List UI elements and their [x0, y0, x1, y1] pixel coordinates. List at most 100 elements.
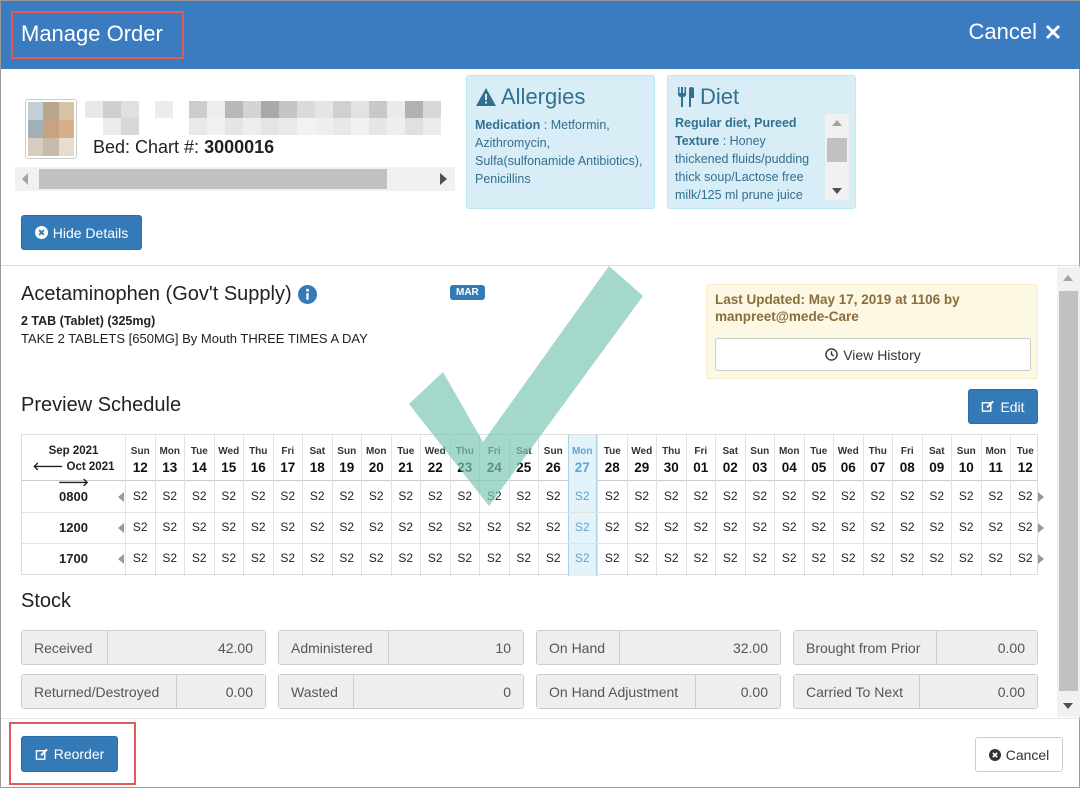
- schedule-cell[interactable]: S2: [746, 520, 775, 534]
- info-icon[interactable]: [297, 285, 317, 304]
- scroll-left-icon[interactable]: [118, 554, 124, 564]
- reorder-button[interactable]: Reorder: [21, 736, 118, 772]
- header-cancel-button[interactable]: Cancel: [969, 19, 1063, 45]
- scroll-right-icon[interactable]: [1038, 492, 1044, 502]
- schedule-cell[interactable]: S2: [362, 520, 391, 534]
- schedule-cell[interactable]: S2: [805, 520, 834, 534]
- content-vertical-scrollbar[interactable]: [1057, 267, 1080, 717]
- schedule-cell[interactable]: S2: [805, 489, 834, 503]
- schedule-cell[interactable]: S2: [775, 520, 804, 534]
- schedule-cell[interactable]: S2: [628, 489, 657, 503]
- scroll-left-icon[interactable]: [118, 523, 124, 533]
- schedule-cell[interactable]: S2: [716, 520, 745, 534]
- schedule-cell[interactable]: S2: [274, 551, 303, 565]
- schedule-cell[interactable]: S2: [510, 551, 539, 565]
- schedule-cell[interactable]: S2: [687, 551, 716, 565]
- schedule-cell[interactable]: S2: [657, 489, 686, 503]
- schedule-cell[interactable]: S2: [185, 489, 214, 503]
- schedule-cell[interactable]: S2: [893, 551, 922, 565]
- schedule-cell[interactable]: S2: [244, 489, 273, 503]
- schedule-cell[interactable]: S2: [333, 489, 362, 503]
- scroll-right-icon[interactable]: [1038, 554, 1044, 564]
- schedule-cell[interactable]: S2: [126, 520, 155, 534]
- schedule-cell[interactable]: S2: [480, 551, 509, 565]
- schedule-cell[interactable]: S2: [451, 551, 480, 565]
- hide-details-button[interactable]: Hide Details: [21, 215, 142, 250]
- schedule-cell[interactable]: S2: [480, 520, 509, 534]
- schedule-cell[interactable]: S2: [510, 489, 539, 503]
- schedule-cell[interactable]: S2: [864, 489, 893, 503]
- scroll-up-icon[interactable]: [832, 120, 842, 126]
- schedule-cell[interactable]: S2: [598, 551, 627, 565]
- schedule-cell[interactable]: S2: [392, 489, 421, 503]
- schedule-cell[interactable]: S2: [952, 520, 981, 534]
- schedule-cell[interactable]: S2: [864, 520, 893, 534]
- month-nav[interactable]: 🡐 Oct 2021 🡒: [22, 459, 125, 491]
- schedule-cell[interactable]: S2: [333, 551, 362, 565]
- arrow-left-icon[interactable]: 🡐: [33, 461, 64, 473]
- scroll-up-icon[interactable]: [1063, 275, 1073, 281]
- schedule-cell[interactable]: S2: [126, 551, 155, 565]
- schedule-cell[interactable]: S2: [834, 520, 863, 534]
- schedule-cell[interactable]: S2: [156, 551, 185, 565]
- schedule-cell[interactable]: S2: [480, 489, 509, 503]
- schedule-cell[interactable]: S2: [923, 489, 952, 503]
- schedule-cell[interactable]: S2: [303, 520, 332, 534]
- schedule-cell[interactable]: S2: [598, 520, 627, 534]
- schedule-cell[interactable]: S2: [952, 489, 981, 503]
- schedule-cell[interactable]: S2: [451, 520, 480, 534]
- scroll-down-icon[interactable]: [1063, 703, 1073, 709]
- schedule-cell[interactable]: S2: [244, 551, 273, 565]
- schedule-cell[interactable]: S2: [657, 520, 686, 534]
- schedule-cell[interactable]: S2: [333, 520, 362, 534]
- schedule-cell[interactable]: S2: [185, 520, 214, 534]
- schedule-cell[interactable]: S2: [746, 551, 775, 565]
- schedule-cell[interactable]: S2: [510, 520, 539, 534]
- schedule-cell[interactable]: S2: [982, 489, 1011, 503]
- schedule-cell[interactable]: S2: [1011, 520, 1040, 534]
- schedule-cell[interactable]: S2: [362, 551, 391, 565]
- schedule-cell[interactable]: S2: [775, 489, 804, 503]
- schedule-cell[interactable]: S2: [392, 520, 421, 534]
- schedule-cell[interactable]: S2: [834, 489, 863, 503]
- diet-scrollbar[interactable]: [825, 114, 849, 200]
- scroll-right-icon[interactable]: [440, 173, 447, 185]
- schedule-cell[interactable]: S2: [598, 489, 627, 503]
- schedule-cell[interactable]: S2: [982, 551, 1011, 565]
- schedule-cell[interactable]: S2: [215, 520, 244, 534]
- schedule-cell[interactable]: S2: [569, 551, 597, 565]
- schedule-cell[interactable]: S2: [274, 520, 303, 534]
- schedule-cell[interactable]: S2: [421, 551, 450, 565]
- schedule-cell[interactable]: S2: [185, 551, 214, 565]
- schedule-cell[interactable]: S2: [539, 520, 568, 534]
- schedule-cell[interactable]: S2: [1011, 489, 1040, 503]
- schedule-cell[interactable]: S2: [893, 489, 922, 503]
- scroll-down-icon[interactable]: [832, 188, 842, 194]
- scroll-thumb[interactable]: [39, 169, 387, 189]
- schedule-cell[interactable]: S2: [421, 489, 450, 503]
- schedule-cell[interactable]: S2: [274, 489, 303, 503]
- view-history-button[interactable]: View History: [715, 338, 1031, 371]
- schedule-cell[interactable]: S2: [657, 551, 686, 565]
- schedule-cell[interactable]: S2: [215, 489, 244, 503]
- schedule-cell[interactable]: S2: [687, 489, 716, 503]
- schedule-cell[interactable]: S2: [421, 520, 450, 534]
- scroll-right-icon[interactable]: [1038, 523, 1044, 533]
- schedule-cell[interactable]: S2: [539, 551, 568, 565]
- schedule-cell[interactable]: S2: [893, 520, 922, 534]
- schedule-cell[interactable]: S2: [982, 520, 1011, 534]
- schedule-cell[interactable]: S2: [687, 520, 716, 534]
- schedule-cell[interactable]: S2: [805, 551, 834, 565]
- schedule-cell[interactable]: S2: [746, 489, 775, 503]
- schedule-cell[interactable]: S2: [716, 551, 745, 565]
- schedule-cell[interactable]: S2: [628, 551, 657, 565]
- schedule-cell[interactable]: S2: [215, 551, 244, 565]
- footer-cancel-button[interactable]: Cancel: [975, 737, 1063, 772]
- arrow-right-icon[interactable]: 🡒: [58, 477, 89, 489]
- schedule-cell[interactable]: S2: [303, 551, 332, 565]
- schedule-cell[interactable]: S2: [628, 520, 657, 534]
- schedule-cell[interactable]: S2: [775, 551, 804, 565]
- schedule-cell[interactable]: S2: [864, 551, 893, 565]
- schedule-cell[interactable]: S2: [156, 520, 185, 534]
- schedule-cell[interactable]: S2: [244, 520, 273, 534]
